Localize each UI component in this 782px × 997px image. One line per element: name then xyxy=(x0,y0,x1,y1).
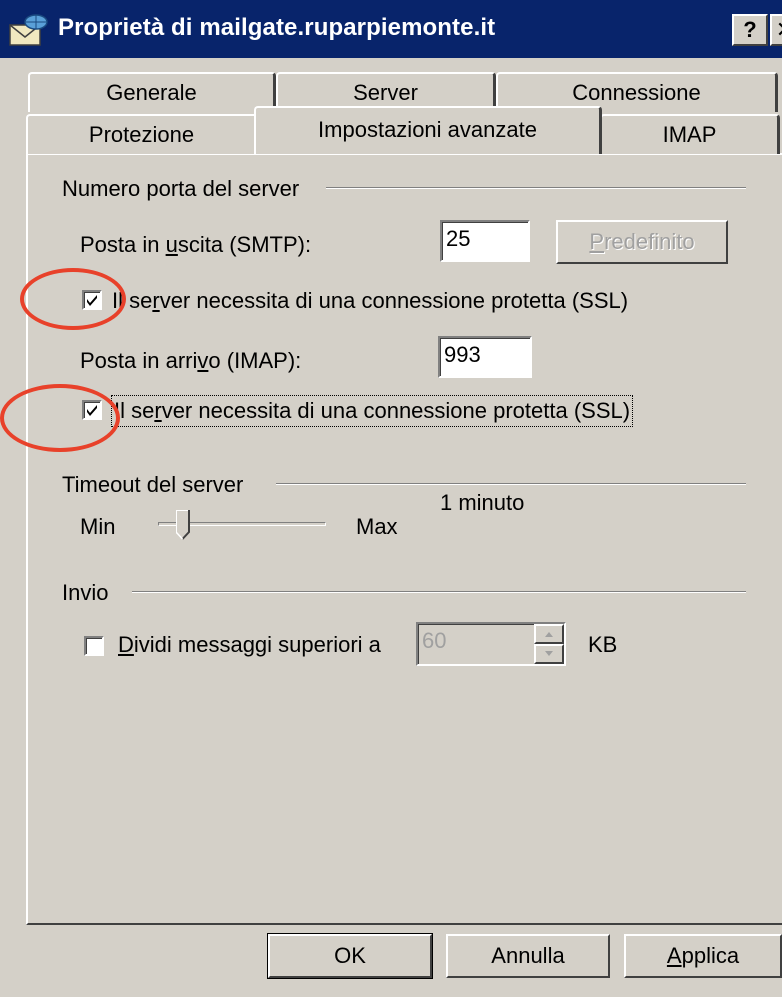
timeout-value: 1 minuto xyxy=(440,490,525,515)
timeout-slider[interactable] xyxy=(156,508,328,544)
send-group-divider xyxy=(132,591,746,593)
highlight-circle-smtp xyxy=(20,268,126,330)
title-bar[interactable]: Proprietà di mailgate.ruparpiemonte.it ?… xyxy=(0,0,782,58)
default-button[interactable]: Predefinito xyxy=(556,220,728,264)
ok-button[interactable]: OK xyxy=(267,933,433,979)
close-button[interactable]: ✕ xyxy=(770,14,782,46)
split-unit-label: KB xyxy=(588,632,618,657)
slider-thumb[interactable] xyxy=(175,509,191,540)
tab-imap[interactable]: IMAP xyxy=(600,114,780,154)
arrow-down-icon xyxy=(545,651,553,656)
split-messages-label[interactable]: Dividi messaggi superiori a xyxy=(118,632,381,658)
timeout-group-title: Timeout del server xyxy=(62,472,244,497)
slider-max-label: Max xyxy=(356,514,398,539)
cancel-button[interactable]: Annulla xyxy=(446,934,610,978)
spin-down-button[interactable] xyxy=(534,644,564,664)
send-group-title: Invio xyxy=(62,580,109,605)
imap-ssl-label[interactable]: Il server necessita di una connessione p… xyxy=(110,395,634,427)
port-group-title: Numero porta del server xyxy=(62,176,300,201)
split-messages-checkbox[interactable] xyxy=(84,636,104,656)
tab-impostazioni-avanzate[interactable]: Impostazioni avanzate xyxy=(254,106,602,154)
tab-panel xyxy=(26,153,782,925)
timeout-group-divider xyxy=(276,483,746,485)
imap-port-label: Posta in arrivo (IMAP): xyxy=(80,348,302,373)
mail-account-icon xyxy=(8,13,50,47)
tab-protezione[interactable]: Protezione xyxy=(26,114,258,154)
imap-port-input[interactable]: 993 xyxy=(438,336,532,378)
window-title: Proprietà di mailgate.ruparpiemonte.it xyxy=(58,14,496,41)
help-button[interactable]: ? xyxy=(732,14,768,46)
properties-dialog: Proprietà di mailgate.ruparpiemonte.it ?… xyxy=(0,0,782,997)
smtp-port-input[interactable]: 25 xyxy=(440,220,530,262)
highlight-circle-imap xyxy=(0,384,120,452)
smtp-port-label: Posta in uscita (SMTP): xyxy=(80,232,312,257)
smtp-ssl-label[interactable]: Il server necessita di una connessione p… xyxy=(112,288,628,314)
arrow-up-icon xyxy=(545,632,553,637)
port-group-divider xyxy=(326,187,746,189)
apply-button[interactable]: Applica xyxy=(624,934,782,978)
tab-generale[interactable]: Generale xyxy=(28,72,276,112)
spin-up-button[interactable] xyxy=(534,624,564,644)
slider-min-label: Min xyxy=(80,514,116,539)
